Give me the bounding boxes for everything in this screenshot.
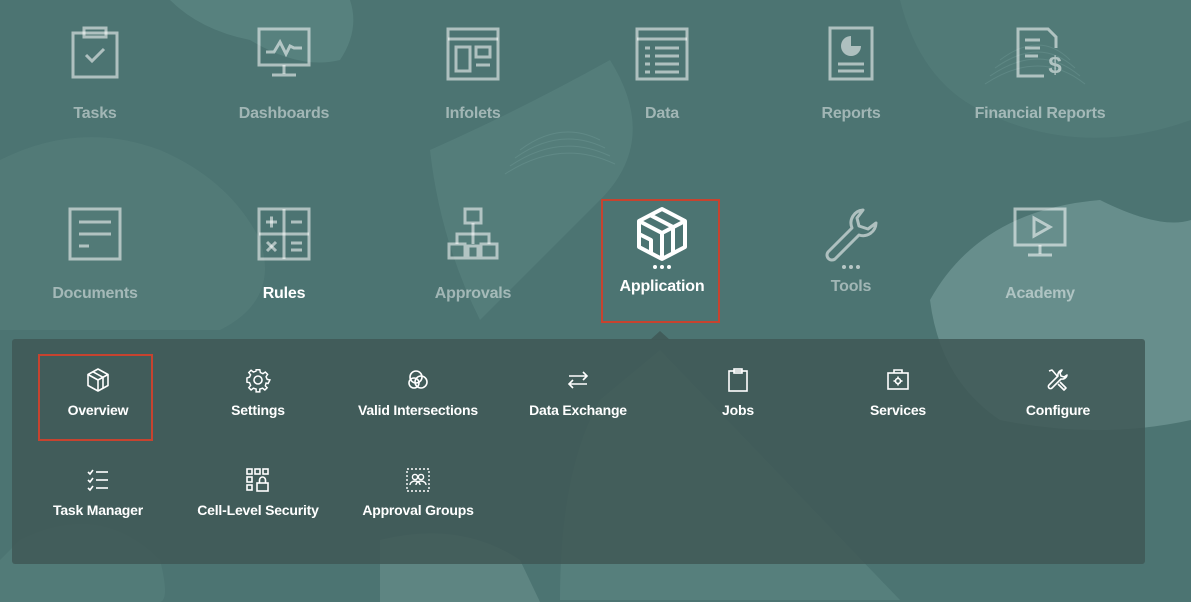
- nav-tile-label: Rules: [262, 285, 306, 302]
- hierarchy-icon: [447, 207, 499, 260]
- document-dollar-icon: $: [1016, 27, 1062, 79]
- nav-tile-label: Infolets: [445, 105, 501, 122]
- nav-tile-financial-reports[interactable]: $ Financial Reports: [960, 26, 1120, 123]
- submenu-item-label: Jobs: [722, 402, 754, 418]
- submenu-item-valid-intersections[interactable]: Valid Intersections: [338, 367, 498, 418]
- submenu-item-label: Task Manager: [53, 502, 143, 518]
- cube-icon: [637, 207, 687, 261]
- nav-tile-tasks[interactable]: Tasks: [15, 26, 175, 123]
- nav-tile-academy[interactable]: Academy: [960, 206, 1120, 303]
- nav-tile-label: Approvals: [434, 285, 512, 302]
- more-dots-icon: [582, 265, 742, 275]
- cube-icon: [87, 368, 109, 392]
- video-play-icon: [1013, 207, 1067, 257]
- submenu-item-label: Approval Groups: [362, 502, 474, 518]
- group-users-icon: [406, 468, 430, 492]
- services-box-icon: [887, 369, 909, 390]
- more-dots-icon: [771, 265, 931, 275]
- nav-tile-label: Application: [619, 278, 705, 295]
- cell-security-icon: [246, 468, 269, 492]
- exchange-arrows-icon: [567, 371, 589, 389]
- clipboard-icon: [728, 368, 748, 392]
- nav-tile-approvals[interactable]: Approvals: [393, 206, 553, 303]
- svg-text:$: $: [1048, 52, 1062, 79]
- nav-tile-data[interactable]: Data: [582, 26, 742, 123]
- submenu-item-label: Services: [869, 402, 926, 418]
- calculator-icon: [257, 207, 311, 261]
- nav-tile-dashboards[interactable]: Dashboards: [204, 26, 364, 123]
- submenu-item-data-exchange[interactable]: Data Exchange: [498, 367, 658, 418]
- submenu-item-label: Overview: [67, 402, 129, 418]
- nav-tile-reports[interactable]: Reports: [771, 26, 931, 123]
- nav-tile-label: Dashboards: [238, 105, 330, 122]
- checklist-icon: [87, 469, 108, 492]
- submenu-item-cell-level-security[interactable]: Cell-Level Security: [178, 467, 338, 518]
- intersections-icon: [408, 370, 428, 389]
- wrench-icon: [825, 208, 878, 262]
- nav-tile-label: Documents: [52, 285, 138, 302]
- submenu-item-label: Settings: [231, 402, 285, 418]
- submenu-item-jobs[interactable]: Jobs: [658, 367, 818, 418]
- nav-tile-label: Tools: [830, 278, 872, 295]
- nav-tile-documents[interactable]: Documents: [15, 206, 175, 303]
- submenu-item-label: Valid Intersections: [358, 402, 478, 418]
- submenu-item-label: Configure: [1025, 402, 1091, 418]
- submenu-item-approval-groups[interactable]: Approval Groups: [338, 467, 498, 518]
- monitor-chart-icon: [257, 27, 311, 77]
- submenu-item-label: Data Exchange: [529, 402, 627, 418]
- nav-tile-label: Tasks: [73, 105, 117, 122]
- nav-tile-tools[interactable]: Tools: [771, 206, 931, 296]
- nav-tile-rules[interactable]: Rules: [204, 206, 364, 303]
- layout-panels-icon: [446, 27, 500, 81]
- tools-icon: [1047, 369, 1068, 391]
- document-lines-icon: [68, 207, 122, 261]
- clipboard-check-icon: [71, 26, 119, 79]
- nav-tile-application[interactable]: Application: [582, 206, 742, 296]
- submenu-item-task-manager[interactable]: Task Manager: [18, 467, 178, 518]
- submenu-item-settings[interactable]: Settings: [178, 367, 338, 418]
- submenu-item-configure[interactable]: Configure: [978, 367, 1138, 418]
- submenu-item-label: Cell-Level Security: [197, 502, 319, 518]
- nav-tile-label: Reports: [821, 105, 881, 122]
- gear-icon: [246, 369, 271, 393]
- nav-tile-infolets[interactable]: Infolets: [393, 26, 553, 123]
- submenu-item-services[interactable]: Services: [818, 367, 978, 418]
- nav-tile-label: Data: [645, 105, 679, 122]
- data-grid-icon: [635, 27, 689, 81]
- nav-tile-label: Academy: [1005, 285, 1075, 302]
- nav-tile-label: Financial Reports: [974, 105, 1106, 122]
- application-submenu-panel: Overview Settings Valid Intersections Da…: [12, 339, 1145, 564]
- submenu-item-overview[interactable]: Overview: [18, 367, 178, 418]
- report-pie-icon: [828, 26, 874, 81]
